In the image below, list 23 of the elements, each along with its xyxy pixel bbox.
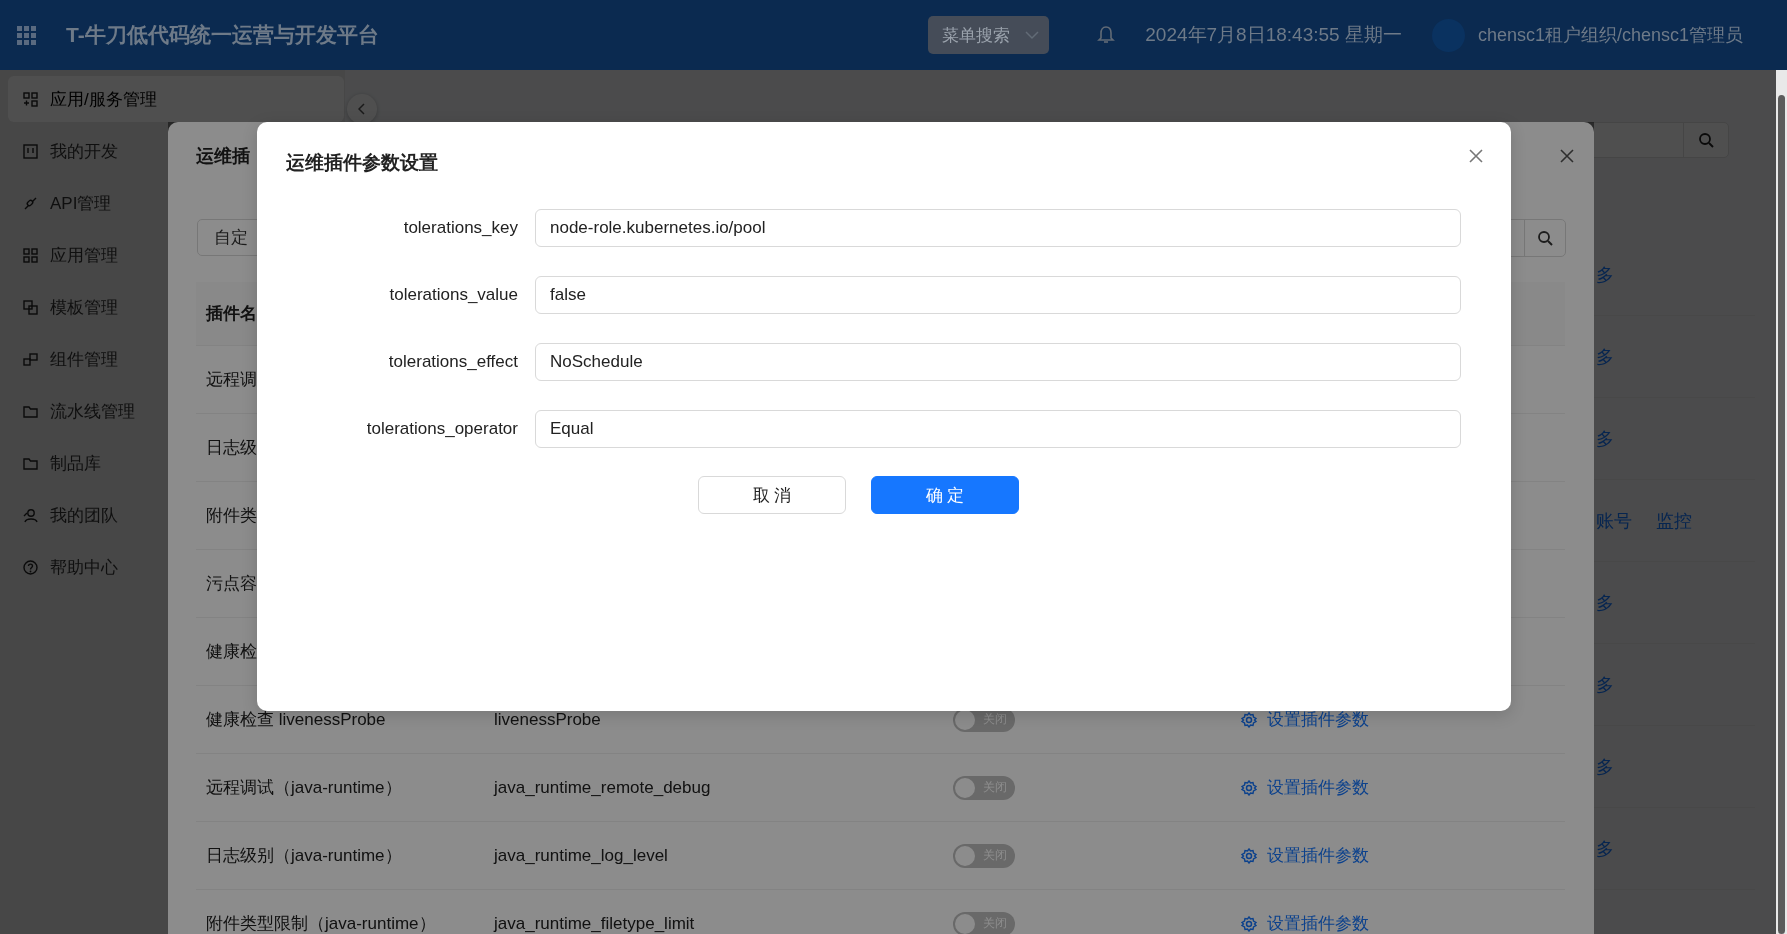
table-cell-text: 附件类	[206, 505, 258, 527]
table-cell-text: java_runtime_filetype_limit	[494, 913, 696, 934]
field-label: tolerations_effect	[387, 352, 518, 372]
table-cell-text: java_runtime_log_level	[494, 845, 669, 866]
dialog-title: 运维插	[196, 145, 250, 168]
table-cell-text: 污点容	[206, 573, 258, 595]
select-placeholder: 菜单搜索	[942, 24, 1011, 47]
app-title: T-牛刀低代码统一运营与开发平台	[66, 22, 379, 48]
field-label: tolerations_key	[402, 218, 518, 238]
table-cell-text: 附件类型限制（java-runtime）	[206, 913, 437, 934]
table-cell-text: java_runtime_remote_debug	[494, 777, 712, 798]
field-label: tolerations_value	[388, 285, 518, 305]
table-cell-text: 远程调试（java-runtime）	[206, 777, 403, 799]
table-cell-text: livenessProbe	[494, 709, 602, 730]
table-cell-text: 日志级	[206, 437, 258, 459]
column-header: 插件名	[206, 303, 257, 325]
table-cell-text: 日志级别（java-runtime）	[206, 845, 403, 867]
dialog-title: 运维插件参数设置	[286, 151, 438, 175]
table-cell-text: 远程调	[206, 369, 258, 391]
table-cell-text: 健康检查 livenessProbe	[206, 709, 387, 731]
table-cell-text: 健康检	[206, 641, 258, 663]
field-label: tolerations_operator	[365, 419, 518, 439]
date-time: 2024年7月8日18:43:55 星期一	[1145, 23, 1402, 47]
